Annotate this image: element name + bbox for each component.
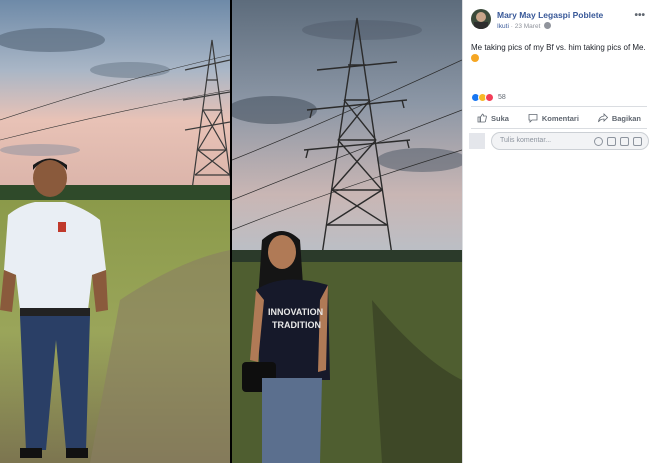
comment-icon	[528, 114, 538, 123]
share-label: Bagikan	[611, 113, 641, 123]
share-icon	[597, 113, 608, 123]
like-button[interactable]: Suka	[471, 113, 515, 123]
post-date[interactable]: 23 Maret	[515, 23, 541, 30]
reaction-summary[interactable]: 58	[471, 92, 506, 102]
gif-icon[interactable]	[620, 137, 629, 146]
comment-button[interactable]: Komentari	[522, 113, 585, 123]
comment-input[interactable]: Tulis komentar...	[491, 132, 649, 150]
post-photo[interactable]: INNOVATION TRADITION	[0, 0, 462, 463]
reaction-count[interactable]: 58	[498, 94, 506, 101]
like-icon	[477, 113, 487, 123]
comment-placeholder: Tulis komentar...	[500, 137, 552, 144]
divider	[471, 106, 647, 107]
more-icon[interactable]: •••	[634, 10, 645, 21]
comment-label: Komentari	[541, 113, 579, 123]
comment-tools	[594, 137, 642, 146]
post-header: Mary May Legaspi Poblete Ikuti · 23 Mare…	[471, 8, 647, 34]
camera-icon[interactable]	[607, 137, 616, 146]
post-side-panel: Mary May Legaspi Poblete Ikuti · 23 Mare…	[462, 0, 650, 463]
post-meta: Ikuti · 23 Maret	[497, 22, 552, 30]
photo-left-boyfriend	[0, 0, 230, 463]
globe-icon	[544, 22, 552, 29]
photo-right-girlfriend: INNOVATION TRADITION	[232, 0, 462, 463]
post-caption: Me taking pics of my Bf vs. him taking p…	[471, 42, 647, 64]
caption-text: Me taking pics of my Bf vs. him taking p…	[471, 43, 646, 52]
divider	[471, 128, 647, 129]
share-button[interactable]: Bagikan	[592, 113, 647, 123]
post-actions: Suka Komentari Bagikan	[471, 109, 647, 127]
author-name[interactable]: Mary May Legaspi Poblete	[497, 10, 603, 20]
emoji-icon	[471, 54, 479, 62]
shirt-text-1: INNOVATION	[268, 307, 323, 317]
shirt-text-2: TRADITION	[272, 320, 321, 330]
like-label: Suka	[491, 113, 509, 123]
smiley-icon[interactable]	[594, 137, 603, 146]
author-avatar[interactable]	[471, 9, 491, 29]
comment-composer: Tulis komentar...	[469, 132, 649, 150]
love-reaction-icon	[485, 92, 494, 102]
viewer-avatar	[469, 133, 485, 149]
follow-link[interactable]: Ikuti	[497, 23, 509, 30]
sticker-icon[interactable]	[633, 137, 642, 146]
